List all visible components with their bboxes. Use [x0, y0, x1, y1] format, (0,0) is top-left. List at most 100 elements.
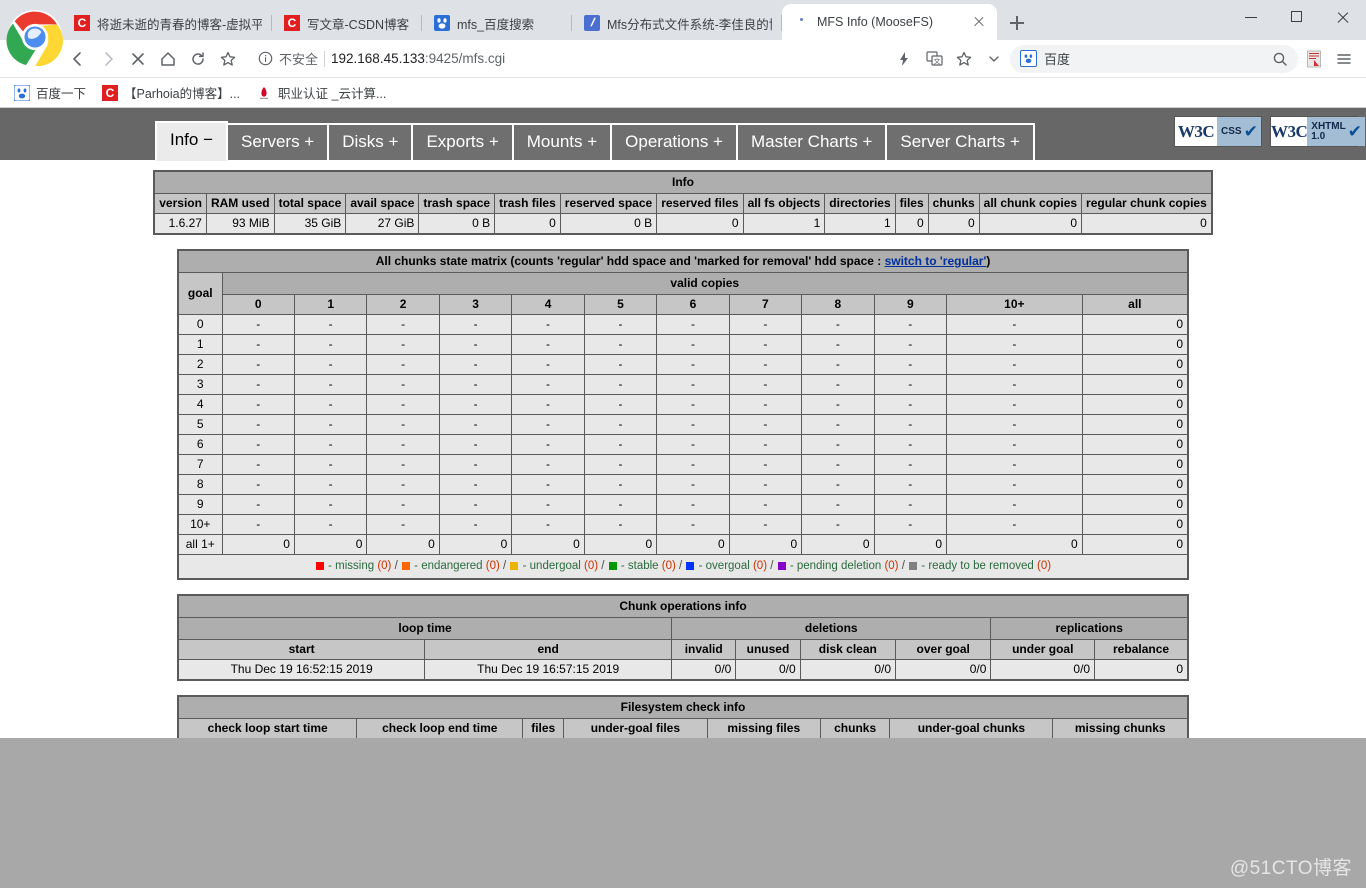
window-close-button[interactable]: [1320, 0, 1366, 34]
chevron-down-icon[interactable]: [980, 45, 1008, 73]
matrix-cell: -: [801, 454, 875, 475]
matrix-cell: -: [221, 334, 295, 355]
star-icon[interactable]: [950, 45, 978, 73]
nav-tab-servers[interactable]: Servers +: [226, 123, 330, 160]
translate-icon[interactable]: 文: [920, 45, 948, 73]
matrix-cell: -: [221, 514, 295, 535]
browser-tab-active[interactable]: MFS Info (MooseFS): [782, 4, 997, 40]
baidu-icon: [1020, 50, 1037, 67]
w3c-xhtml-badge[interactable]: W3C XHTML 1.0 ✔: [1270, 116, 1365, 147]
bookmark-item[interactable]: 百度一下: [8, 80, 92, 105]
browser-tab[interactable]: 𝐼 Mfs分布式文件系统-李佳良的博: [572, 6, 782, 40]
browser-tab[interactable]: C 将逝未逝的青春的博客-虚拟平台: [62, 6, 272, 40]
w3c-badge-right: CSS ✔: [1217, 117, 1261, 146]
mfs-content: Info version RAM used total space avail spa…: [0, 160, 1366, 760]
bookmark-star-icon[interactable]: [214, 45, 242, 73]
legend-label: - overgoal: [695, 560, 753, 572]
matrix-goal-label: 9: [177, 494, 223, 515]
matrix-cell: -: [728, 434, 803, 455]
legend-label: - ready to be removed: [918, 560, 1038, 572]
new-tab-button[interactable]: [1003, 9, 1031, 37]
matrix-column-header: 1: [293, 294, 368, 315]
matrix-title-suffix: ): [986, 254, 991, 268]
switch-to-regular-link[interactable]: switch to 'regular': [885, 254, 987, 268]
baidu-icon: [13, 84, 31, 101]
matrix-cell: -: [366, 434, 440, 455]
info-table-title: Info: [153, 170, 1213, 194]
matrix-cell: -: [293, 314, 368, 335]
close-icon[interactable]: [971, 14, 987, 30]
nav-tab-master-charts[interactable]: Master Charts +: [735, 123, 888, 160]
url-host: 192.168.45.133: [331, 51, 425, 66]
w3c-badge-line1: XHTML: [1311, 120, 1346, 132]
matrix-cell: -: [511, 394, 585, 415]
search-icon[interactable]: [1272, 51, 1288, 67]
matrix-cell: -: [366, 454, 440, 475]
nav-label: Info −: [170, 130, 214, 149]
browser-tab[interactable]: mfs_百度搜索: [422, 6, 572, 40]
legend-label: - pending deletion: [786, 560, 885, 572]
nav-tab-server-charts[interactable]: Server Charts +: [885, 123, 1035, 160]
pdf-icon[interactable]: [1300, 45, 1328, 73]
matrix-cell: -: [801, 374, 875, 395]
matrix-cell: -: [221, 354, 295, 375]
w3c-css-badge[interactable]: W3C CSS ✔: [1174, 116, 1262, 147]
nav-tab-mounts[interactable]: Mounts +: [511, 123, 613, 160]
address-bar[interactable]: 不安全 192.168.45.133:9425/mfs.cgi: [250, 44, 882, 73]
stop-icon[interactable]: [124, 45, 152, 73]
bookmark-item[interactable]: 职业认证 _云计算...: [250, 80, 392, 105]
matrix-cell: -: [728, 394, 803, 415]
mfs-navbar: Info − Servers + Disks + Exports + Mount…: [0, 108, 1366, 161]
nav-tab-exports[interactable]: Exports +: [411, 123, 514, 160]
matrix-cell: -: [946, 494, 1083, 515]
reload-icon[interactable]: [184, 45, 212, 73]
forward-icon[interactable]: [94, 45, 122, 73]
fs-check-column-header: check loop end time: [356, 718, 524, 739]
matrix-all-cell: 0: [1081, 454, 1189, 475]
maximize-button[interactable]: [1274, 0, 1320, 34]
check-icon: ✔: [1347, 121, 1362, 141]
matrix-cell: -: [293, 354, 368, 375]
matrix-all-cell: 0: [1081, 314, 1189, 335]
ops-column-header: rebalance: [1094, 639, 1189, 660]
matrix-cell: -: [293, 454, 368, 475]
matrix-cell: -: [946, 314, 1083, 335]
matrix-cell: -: [728, 334, 803, 355]
nav-label: Server Charts +: [900, 132, 1020, 151]
nav-tab-info[interactable]: Info −: [155, 121, 229, 161]
bookmark-item[interactable]: C 【Parhoia的博客】...: [96, 80, 246, 105]
matrix-title-prefix: All chunks state matrix (counts 'regular…: [375, 254, 885, 268]
home-icon[interactable]: [154, 45, 182, 73]
fs-check-column-header: missing files: [706, 718, 821, 739]
flash-icon[interactable]: [890, 45, 918, 73]
nav-tab-operations[interactable]: Operations +: [610, 123, 738, 160]
tab-title: mfs_百度搜索: [457, 17, 535, 32]
info-column-header: RAM used: [205, 193, 275, 214]
matrix-goal-label: 3: [177, 374, 223, 395]
nav-tab-disks[interactable]: Disks +: [327, 123, 414, 160]
replications-group: replications: [990, 617, 1189, 640]
matrix-goal-label: 7: [177, 454, 223, 475]
matrix-cell: -: [656, 314, 730, 335]
browser-tab[interactable]: C 写文章-CSDN博客: [272, 6, 422, 40]
loading-dot-icon: [794, 14, 810, 30]
page-content: Info − Servers + Disks + Exports + Mount…: [0, 108, 1366, 888]
matrix-cell: -: [873, 334, 948, 355]
search-input[interactable]: 百度: [1010, 44, 1298, 73]
matrix-cell: -: [801, 394, 875, 415]
legend-swatch-icon: [686, 561, 695, 570]
omnibox-divider: [324, 50, 326, 67]
url-path: :9425/mfs.cgi: [424, 51, 506, 66]
info-value-cell: 35 GiB: [273, 213, 347, 235]
w3c-logo-text: W3C: [1271, 117, 1308, 146]
menu-icon[interactable]: [1330, 45, 1358, 73]
ops-column-header: end: [424, 639, 673, 660]
matrix-cell: -: [946, 454, 1083, 475]
back-icon[interactable]: [64, 45, 92, 73]
matrix-column-header: 5: [583, 294, 658, 315]
nav-label: Servers +: [241, 132, 315, 151]
page-background-bottom: [0, 738, 1366, 888]
minimize-button[interactable]: [1228, 0, 1274, 34]
legend-swatch-icon: [909, 561, 918, 570]
matrix-cell: -: [293, 374, 368, 395]
